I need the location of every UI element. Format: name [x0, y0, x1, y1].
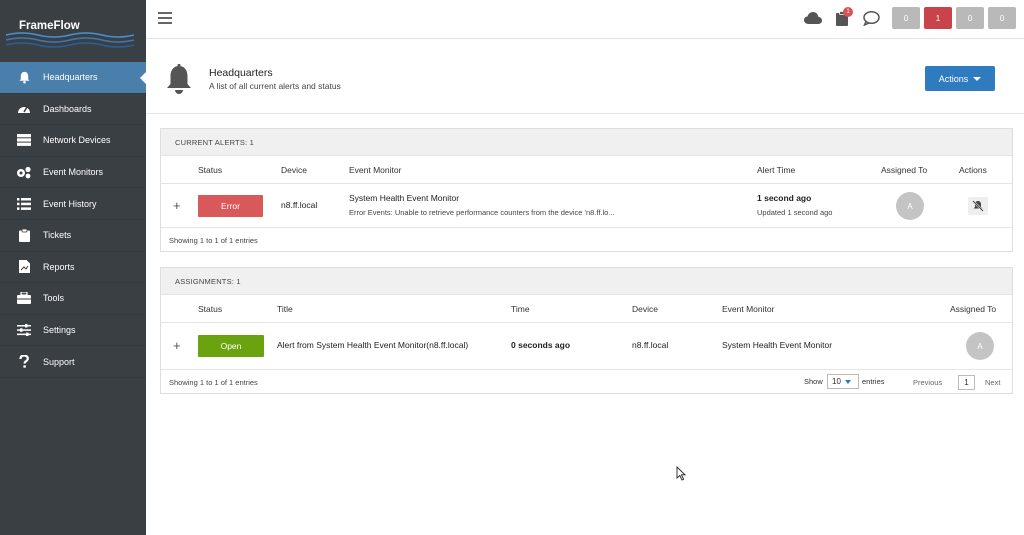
notification-badge: 1	[843, 7, 853, 17]
toolbox-icon	[16, 291, 32, 305]
avatar[interactable]: A	[896, 192, 924, 220]
status-badge[interactable]: Open	[198, 335, 264, 357]
sidebar-item-event-monitors[interactable]: Event Monitors	[0, 157, 146, 189]
top-bar: 1 0 1 0 0	[146, 0, 1024, 39]
panel-heading: CURRENT ALERTS: 1	[161, 129, 1012, 156]
sidebar-item-label: Dashboards	[43, 103, 92, 114]
chevron-down-icon	[973, 76, 982, 81]
sidebar-item-label: Event History	[43, 198, 97, 209]
event-monitor-name[interactable]: System Health Event Monitor	[722, 340, 832, 350]
sidebar-item-event-history[interactable]: Event History	[0, 188, 146, 220]
status-count-box[interactable]: 0	[956, 7, 984, 29]
assignments-panel: ASSIGNMENTS: 1 Status Title Time Device …	[160, 267, 1013, 394]
alert-time: 1 second ago	[757, 193, 812, 203]
sidebar-item-label: Network Devices	[43, 135, 111, 146]
page-title: Headquarters	[209, 67, 273, 79]
alert-updated: Updated 1 second ago	[757, 208, 833, 217]
column-header[interactable]: Event Monitor	[349, 165, 401, 175]
device-link[interactable]: n8.ff.local	[281, 200, 317, 210]
gears-icon	[16, 165, 32, 179]
bell-icon	[16, 70, 32, 84]
event-monitor-name[interactable]: System Health Event Monitor	[349, 193, 459, 203]
event-detail: Error Events: Unable to retrieve perform…	[349, 208, 615, 217]
table-header: Status Device Event Monitor Alert Time A…	[161, 156, 1012, 184]
assignment-title-link[interactable]: Alert from System Health Event Monitor(n…	[277, 340, 468, 350]
chat-bubble-icon[interactable]	[863, 10, 880, 28]
page-header: Headquarters A list of all current alert…	[146, 40, 1024, 114]
page-size-value: 10	[832, 377, 841, 386]
table-row[interactable]: + Open Alert from System Health Event Mo…	[161, 323, 1012, 370]
bell-icon	[165, 64, 193, 98]
clipboard-icon	[16, 228, 32, 242]
sidebar-item-settings[interactable]: Settings	[0, 315, 146, 347]
device-link[interactable]: n8.ff.local	[632, 340, 668, 350]
previous-page-link[interactable]: Previous	[913, 378, 942, 387]
column-header[interactable]: Assigned To	[881, 165, 927, 175]
sidebar-item-reports[interactable]: Reports	[0, 252, 146, 284]
sliders-icon	[16, 323, 32, 337]
panel-heading: ASSIGNMENTS: 1	[161, 268, 1012, 295]
sidebar-item-tools[interactable]: Tools	[0, 283, 146, 315]
sidebar-item-label: Event Monitors	[43, 167, 104, 178]
actions-dropdown-button[interactable]: Actions	[925, 66, 995, 91]
entries-info: Showing 1 to 1 of 1 entries	[169, 236, 258, 245]
clipboard-notifications-icon[interactable]: 1	[836, 7, 853, 28]
table-footer: Showing 1 to 1 of 1 entries Show 10 entr…	[161, 370, 1012, 393]
chevron-down-icon	[844, 379, 851, 384]
status-count-box[interactable]: 1	[924, 7, 952, 29]
logo-waves-icon	[6, 32, 135, 48]
sidebar-item-label: Reports	[43, 261, 75, 272]
sidebar-item-headquarters[interactable]: Headquarters	[0, 62, 147, 94]
sidebar-item-network-devices[interactable]: Network Devices	[0, 125, 146, 157]
column-header[interactable]: Time	[511, 304, 530, 314]
logo[interactable]: FrameFlow	[0, 0, 146, 62]
actions-button-label: Actions	[938, 73, 969, 84]
column-header[interactable]: Status	[198, 304, 222, 314]
column-header[interactable]: Assigned To	[950, 304, 996, 314]
column-header[interactable]: Status	[198, 165, 222, 175]
page-subtitle: A list of all current alerts and status	[209, 81, 341, 91]
list-icon	[16, 197, 32, 211]
column-header[interactable]: Device	[281, 165, 307, 175]
status-count-box[interactable]: 0	[892, 7, 920, 29]
sidebar-item-dashboards[interactable]: Dashboards	[0, 94, 146, 126]
sidebar-item-label: Settings	[43, 325, 76, 336]
expand-plus-icon[interactable]: +	[173, 198, 181, 213]
cloud-icon[interactable]	[804, 12, 822, 26]
question-icon	[16, 355, 32, 369]
next-page-link[interactable]: Next	[985, 378, 1000, 387]
report-file-icon	[16, 260, 32, 274]
column-header[interactable]: Alert Time	[757, 165, 795, 175]
page-size-select[interactable]: 10	[827, 374, 859, 389]
hamburger-menu-icon[interactable]	[158, 12, 172, 27]
dashboard-gauge-icon	[16, 102, 32, 116]
table-header: Status Title Time Device Event Monitor A…	[161, 295, 1012, 323]
sidebar-item-label: Headquarters	[43, 72, 98, 83]
entries-label: entries	[862, 377, 885, 386]
table-row[interactable]: + Error n8.ff.local System Health Event …	[161, 184, 1012, 228]
expand-plus-icon[interactable]: +	[173, 338, 181, 353]
sidebar-item-label: Support	[43, 356, 75, 367]
sidebar-item-tickets[interactable]: Tickets	[0, 220, 146, 252]
status-badge[interactable]: Error	[198, 195, 263, 217]
sidebar: FrameFlow Headquarters Dashboards Networ…	[0, 0, 147, 535]
current-alerts-panel: CURRENT ALERTS: 1 Status Device Event Mo…	[160, 128, 1013, 252]
server-icon	[16, 133, 32, 147]
column-header[interactable]: Title	[277, 304, 293, 314]
entries-info: Showing 1 to 1 of 1 entries	[169, 378, 258, 387]
sidebar-item-label: Tools	[43, 293, 65, 304]
page-number-button[interactable]: 1	[958, 375, 975, 390]
status-count-box[interactable]: 0	[988, 7, 1016, 29]
sidebar-item-label: Tickets	[43, 230, 72, 241]
show-label: Show	[804, 377, 823, 386]
assignment-time: 0 seconds ago	[511, 340, 571, 350]
acknowledge-bell-slash-icon[interactable]	[968, 197, 988, 215]
column-header[interactable]: Device	[632, 304, 658, 314]
column-header: Actions	[959, 165, 987, 175]
sidebar-item-support[interactable]: Support	[0, 346, 146, 378]
avatar[interactable]: A	[966, 332, 994, 360]
table-footer: Showing 1 to 1 of 1 entries	[161, 228, 1012, 251]
column-header[interactable]: Event Monitor	[722, 304, 774, 314]
mouse-cursor-icon	[676, 466, 686, 481]
